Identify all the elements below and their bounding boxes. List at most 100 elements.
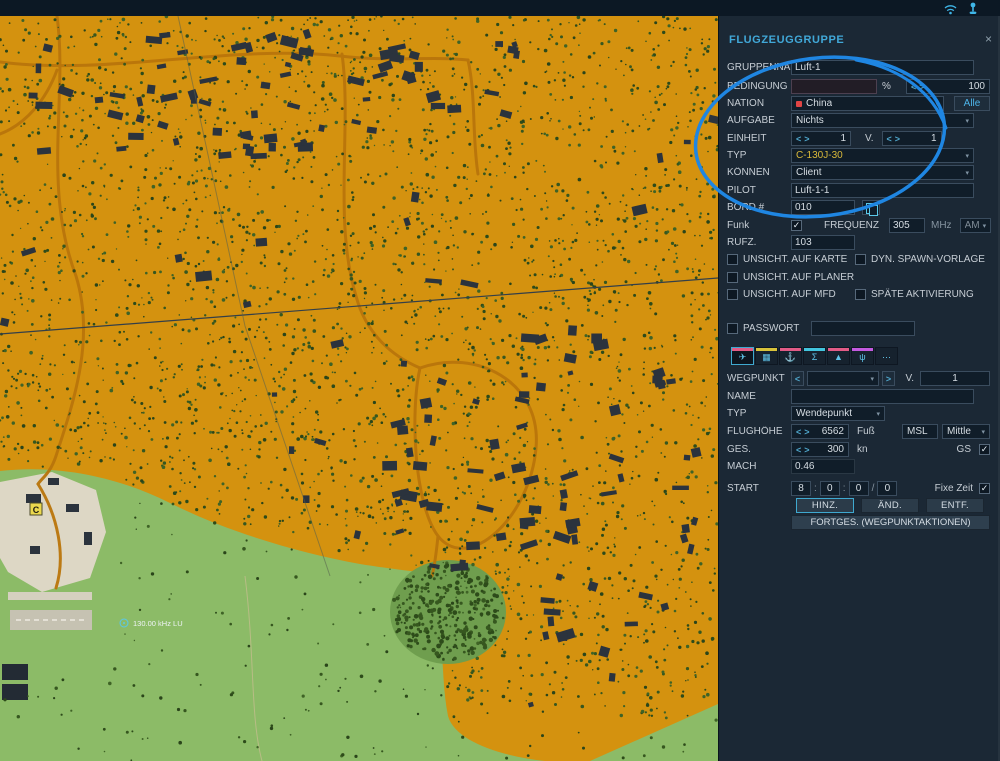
- next-waypoint-button[interactable]: >: [882, 371, 895, 386]
- of-label: V.: [905, 373, 914, 384]
- board-number-input[interactable]: [791, 200, 855, 215]
- loadout-icon: ▦: [762, 351, 771, 364]
- decrement-icon[interactable]: <: [796, 427, 801, 437]
- triggers-tab[interactable]: ▲: [827, 347, 850, 365]
- late-activation-label: SPÄTE AKTIVIERUNG: [871, 289, 974, 300]
- increment-icon[interactable]: >: [919, 82, 924, 92]
- triggers-icon: ▲: [834, 351, 843, 364]
- summary-tab[interactable]: Σ: [803, 347, 826, 365]
- start-time-label: START: [727, 483, 791, 494]
- aircraft-type-value: C-130J-30: [796, 150, 843, 161]
- fixed-time-checkbox[interactable]: ✓: [979, 483, 990, 494]
- waypoint-selector-dropdown[interactable]: ▾: [807, 371, 879, 386]
- altitude-mode-dropdown[interactable]: Mittle ▾: [942, 424, 990, 439]
- remove-waypoint-button[interactable]: ENTF.: [926, 498, 984, 513]
- dynamic-spawn-checkbox[interactable]: ✓: [855, 254, 866, 265]
- altitude-spinner[interactable]: < > 6562: [791, 424, 849, 439]
- unit-count-label: EINHEIT: [727, 133, 791, 144]
- waypoint-type-value: Wendepunkt: [796, 408, 852, 419]
- separator: /: [872, 483, 875, 494]
- start-seconds-input[interactable]: [849, 481, 869, 496]
- password-checkbox[interactable]: ✓: [727, 323, 738, 334]
- decrement-icon[interactable]: <: [796, 134, 801, 144]
- prev-waypoint-button[interactable]: <: [791, 371, 804, 386]
- separator: :: [843, 483, 846, 494]
- pilot-label: PILOT: [727, 185, 791, 196]
- callsign-label: RUFZ.: [727, 237, 791, 248]
- radio-icon: ψ: [859, 351, 865, 364]
- chevron-down-icon: ▾: [962, 152, 969, 160]
- nation-dropdown[interactable]: China ▾: [791, 96, 944, 111]
- modulation-value: AM: [965, 220, 980, 231]
- task-dropdown[interactable]: Nichts ▾: [791, 113, 974, 128]
- ground-speed-checkbox[interactable]: ✓: [979, 444, 990, 455]
- frequency-input[interactable]: [889, 218, 925, 233]
- condition-probability-spinner[interactable]: < > 100: [906, 79, 990, 94]
- increment-icon[interactable]: >: [895, 134, 900, 144]
- altitude-mode-value: Mittle: [947, 426, 971, 437]
- hidden-on-planner-checkbox[interactable]: ✓: [727, 272, 738, 283]
- add-waypoint-button[interactable]: HINZ.: [796, 498, 854, 513]
- aircraft-type-dropdown[interactable]: C-130J-30 ▾: [791, 148, 974, 163]
- map-view[interactable]: C 130.00 kHz LU: [0, 16, 718, 761]
- start-hours-input[interactable]: [791, 481, 811, 496]
- waypoint-number-input[interactable]: [920, 371, 990, 386]
- fixed-time-label: Fixe Zeit: [935, 483, 973, 494]
- pilot-input[interactable]: [791, 183, 974, 198]
- loadout-tab[interactable]: ▦: [755, 347, 778, 365]
- late-activation-checkbox[interactable]: ✓: [855, 289, 866, 300]
- decrement-icon[interactable]: <: [887, 134, 892, 144]
- dynamic-spawn-label: DYN. SPAWN-VORLAGE: [871, 254, 985, 265]
- altitude-reference-dropdown[interactable]: MSL: [902, 424, 938, 439]
- airfield-marker[interactable]: C: [30, 503, 42, 515]
- skill-dropdown[interactable]: Client ▾: [791, 165, 974, 180]
- route-tab[interactable]: ✈: [731, 347, 754, 365]
- condition-label: BEDINGUNG: [727, 81, 791, 92]
- waypoint-toolbar: ✈ ▦ ⚓ Σ ▲ ψ ⋯: [731, 347, 898, 365]
- more-tab[interactable]: ⋯: [875, 347, 898, 365]
- speed-spinner[interactable]: < > 300: [791, 442, 849, 457]
- paste-icon[interactable]: [862, 200, 880, 215]
- percent-label: %: [882, 81, 891, 92]
- password-label: PASSWORT: [743, 323, 799, 334]
- unit-of-spinner[interactable]: < > 1: [882, 131, 942, 146]
- radio-checkbox[interactable]: ✓: [791, 220, 802, 231]
- unit-count-spinner[interactable]: < > 1: [791, 131, 851, 146]
- panel-title: FLUGZEUGGRUPPE: [729, 34, 844, 46]
- decrement-icon[interactable]: <: [911, 82, 916, 92]
- increment-icon[interactable]: >: [804, 134, 809, 144]
- aircraft-systems-icon: ⚓: [785, 351, 796, 364]
- hidden-on-mfd-checkbox[interactable]: ✓: [727, 289, 738, 300]
- all-nations-button[interactable]: Alle: [954, 96, 990, 111]
- mach-input[interactable]: [791, 459, 855, 474]
- separator: :: [814, 483, 817, 494]
- start-minutes-input[interactable]: [820, 481, 840, 496]
- aircraft-systems-tab[interactable]: ⚓: [779, 347, 802, 365]
- waypoint-label: WEGPUNKT: [727, 373, 791, 384]
- callsign-input[interactable]: [791, 235, 855, 250]
- increment-icon[interactable]: >: [804, 427, 809, 437]
- group-name-input[interactable]: [791, 60, 974, 75]
- board-number-label: BORD #: [727, 202, 791, 213]
- start-day-input[interactable]: [877, 481, 897, 496]
- wifi-icon[interactable]: [943, 2, 958, 15]
- advanced-waypoint-actions-button[interactable]: FORTGES. (WEGPUNKTAKTIONEN): [791, 515, 990, 530]
- decrement-icon[interactable]: <: [796, 445, 801, 455]
- modulation-dropdown[interactable]: AM ▾: [960, 218, 992, 233]
- altitude-reference-value: MSL: [907, 426, 928, 437]
- joystick-icon[interactable]: [968, 2, 978, 15]
- marker-label: C: [33, 505, 40, 515]
- waypoint-name-input[interactable]: [791, 389, 974, 404]
- hidden-on-map-checkbox[interactable]: ✓: [727, 254, 738, 265]
- condition-input[interactable]: [791, 79, 877, 94]
- change-waypoint-button[interactable]: ÄND.: [861, 498, 919, 513]
- speed-unit-label: kn: [857, 444, 868, 455]
- summary-icon: Σ: [812, 351, 818, 364]
- password-input[interactable]: [811, 321, 915, 336]
- waypoint-type-dropdown[interactable]: Wendepunkt ▾: [791, 406, 885, 421]
- increment-icon[interactable]: >: [804, 445, 809, 455]
- close-icon[interactable]: ×: [985, 32, 992, 46]
- skill-label: KÖNNEN: [727, 167, 791, 178]
- top-bar: [0, 0, 1000, 16]
- radio-tab[interactable]: ψ: [851, 347, 874, 365]
